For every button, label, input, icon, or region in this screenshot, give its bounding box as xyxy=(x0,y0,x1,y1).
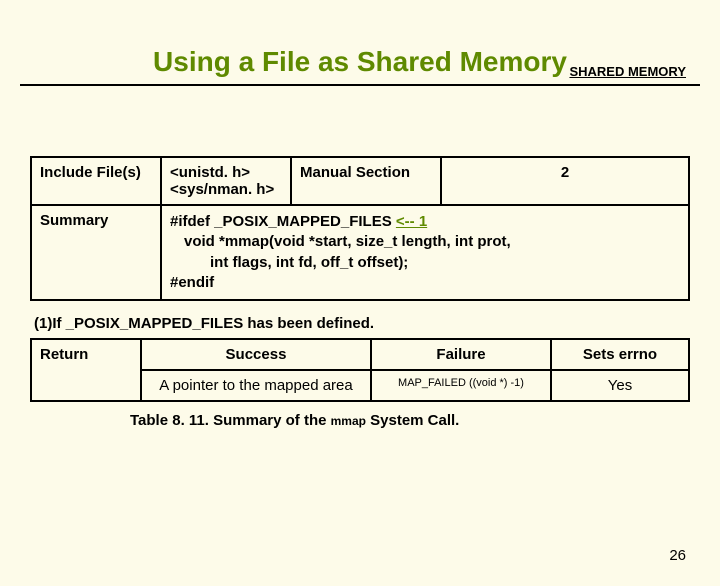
cell-errno-header: Sets errno xyxy=(551,339,689,370)
cell-summary-label: Summary xyxy=(31,205,161,300)
content-area: Include File(s) <unistd. h> <sys/nman. h… xyxy=(30,156,690,429)
include-line-1: <unistd. h> xyxy=(170,164,250,181)
caption-mono: mmap xyxy=(331,414,366,428)
cell-manual-section-label: Manual Section xyxy=(291,157,441,205)
cell-failure-value: MAP_FAILED ((void *) -1) xyxy=(371,370,551,401)
code-line: #endif xyxy=(170,274,214,291)
cell-include-files-value: <unistd. h> <sys/nman. h> xyxy=(161,157,291,205)
footnote-text: (1)If _POSIX_MAPPED_FILES has been defin… xyxy=(34,315,690,332)
caption-post: System Call. xyxy=(366,412,459,429)
cell-summary-code: #ifdef _POSIX_MAPPED_FILES <-- 1 void *m… xyxy=(161,205,689,300)
return-table: Return Success Failure Sets errno A poin… xyxy=(30,338,690,402)
cell-errno-value: Yes xyxy=(551,370,689,401)
include-summary-table: Include File(s) <unistd. h> <sys/nman. h… xyxy=(30,156,690,301)
page-number: 26 xyxy=(669,547,686,564)
table-row: Summary #ifdef _POSIX_MAPPED_FILES <-- 1… xyxy=(31,205,689,300)
include-line-2: <sys/nman. h> xyxy=(170,181,274,198)
cell-include-files-label: Include File(s) xyxy=(31,157,161,205)
cell-manual-section-value: 2 xyxy=(441,157,689,205)
code-line: #ifdef _POSIX_MAPPED_FILES xyxy=(170,213,396,230)
header-label: SHARED MEMORY xyxy=(569,64,686,79)
cell-success-value: A pointer to the mapped area xyxy=(141,370,371,401)
caption-pre: Table 8. 11. Summary of the xyxy=(130,412,331,429)
table-caption: Table 8. 11. Summary of the mmap System … xyxy=(130,412,690,429)
table-row: Include File(s) <unistd. h> <sys/nman. h… xyxy=(31,157,689,205)
cell-success-header: Success xyxy=(141,339,371,370)
code-line: void *mmap(void *start, size_t length, i… xyxy=(170,232,680,252)
cell-return-label: Return xyxy=(31,339,141,401)
cell-failure-header: Failure xyxy=(371,339,551,370)
footnote-link[interactable]: <-- 1 xyxy=(396,213,427,230)
title-rule xyxy=(20,84,700,86)
code-line: int flags, int fd, off_t offset); xyxy=(170,253,680,273)
table-row: Return Success Failure Sets errno xyxy=(31,339,689,370)
